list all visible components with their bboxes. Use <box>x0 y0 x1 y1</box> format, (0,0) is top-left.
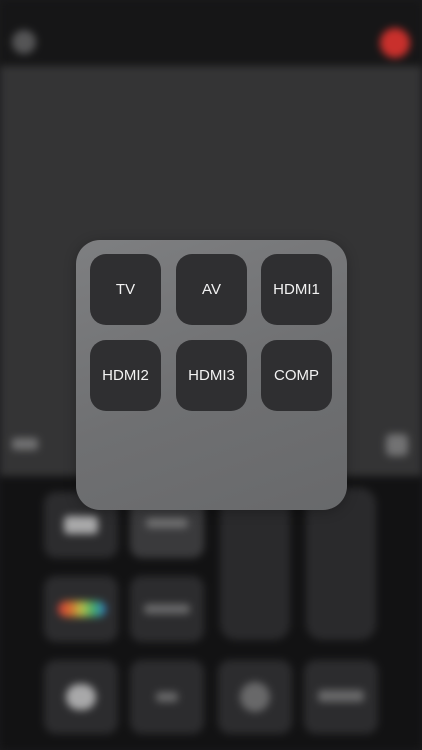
top-bar <box>0 0 422 66</box>
color-keys-indicator <box>58 601 106 617</box>
input-hdmi3-button[interactable]: HDMI3 <box>176 340 247 411</box>
channel-column <box>306 488 376 640</box>
remote-button <box>130 576 204 642</box>
power-icon <box>380 28 410 58</box>
remote-button <box>130 660 204 734</box>
input-comp-button[interactable]: COMP <box>261 340 332 411</box>
remote-button <box>218 660 292 734</box>
input-source-dialog: TV AV HDMI1 HDMI2 HDMI3 COMP <box>76 240 347 510</box>
right-side-control <box>386 434 408 456</box>
settings-icon <box>12 30 36 54</box>
volume-column <box>220 488 290 640</box>
remote-button <box>304 660 378 734</box>
left-side-control <box>12 438 38 450</box>
input-hdmi1-button[interactable]: HDMI1 <box>261 254 332 325</box>
input-hdmi2-button[interactable]: HDMI2 <box>90 340 161 411</box>
input-tv-button[interactable]: TV <box>90 254 161 325</box>
remote-button <box>44 660 118 734</box>
input-av-button[interactable]: AV <box>176 254 247 325</box>
